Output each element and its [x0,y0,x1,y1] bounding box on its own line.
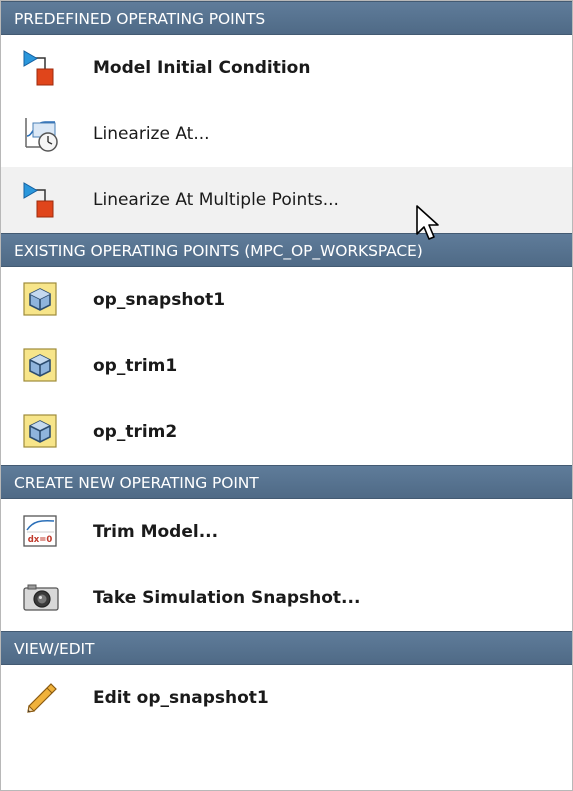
menu-item-label: Take Simulation Snapshot... [93,588,361,608]
menu-item-label: op_snapshot1 [93,290,226,310]
linearize-clock-icon [21,114,61,154]
menu-item-label: Linearize At... [93,124,210,144]
section-header-predefined: PREDEFINED OPERATING POINTS [1,1,572,35]
operating-point-cube-icon [21,280,61,320]
model-block-icon [21,48,61,88]
menu-item-op-trim1[interactable]: op_trim1 [1,333,572,399]
menu-item-linearize-multiple[interactable]: Linearize At Multiple Points... [1,167,572,233]
pencil-icon [21,678,61,718]
menu-item-take-snapshot[interactable]: Take Simulation Snapshot... [1,565,572,631]
operating-point-cube-icon [21,346,61,386]
model-block-icon [21,180,61,220]
operating-point-menu: PREDEFINED OPERATING POINTS Model Initia… [0,0,573,791]
menu-item-label: op_trim1 [93,356,178,376]
section-header-existing: EXISTING OPERATING POINTS (MPC_OP_WORKSP… [1,233,572,267]
menu-item-model-initial-condition[interactable]: Model Initial Condition [1,35,572,101]
menu-item-label: Linearize At Multiple Points... [93,190,339,210]
camera-icon [21,578,61,618]
section-header-create: CREATE NEW OPERATING POINT [1,465,572,499]
mouse-cursor-icon [416,205,439,240]
menu-item-label: Edit op_snapshot1 [93,688,269,708]
trim-dx0-text: dx=0 [28,535,53,545]
menu-item-label: Model Initial Condition [93,58,311,78]
menu-item-linearize-at[interactable]: Linearize At... [1,101,572,167]
operating-point-cube-icon [21,412,61,452]
menu-item-op-trim2[interactable]: op_trim2 [1,399,572,465]
section-header-view-edit: VIEW/EDIT [1,631,572,665]
menu-item-label: op_trim2 [93,422,178,442]
menu-item-op-snapshot1[interactable]: op_snapshot1 [1,267,572,333]
menu-item-trim-model[interactable]: dx=0 Trim Model... [1,499,572,565]
menu-item-edit-op-snapshot1[interactable]: Edit op_snapshot1 [1,665,572,731]
trim-dx0-icon: dx=0 [21,512,61,552]
menu-item-label: Trim Model... [93,522,219,542]
